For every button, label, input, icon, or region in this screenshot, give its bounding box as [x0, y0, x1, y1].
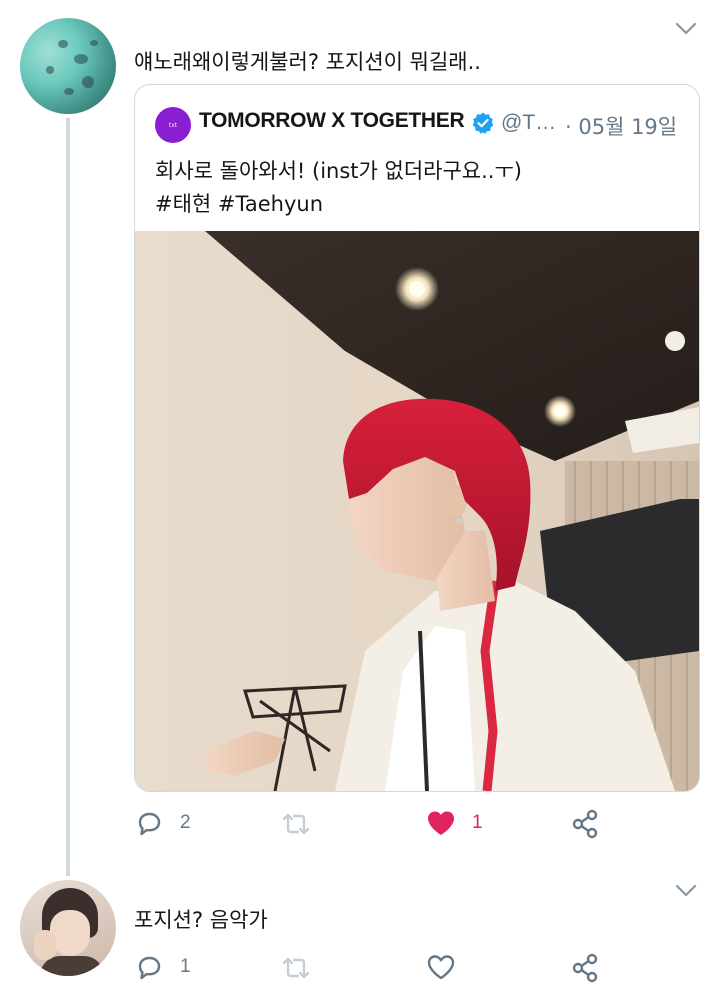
reply-count: 1 — [180, 956, 191, 977]
reply-button[interactable]: 2 — [134, 808, 191, 838]
heart-outline-icon — [426, 953, 456, 981]
share-button[interactable] — [570, 952, 600, 984]
tweet-text: 얘노래왜이렇게불러? 포지션이 뭐길래.. — [134, 50, 481, 74]
heart-icon — [426, 809, 456, 837]
quoted-author-name: TOMORROW X TOGETHER — [199, 109, 465, 132]
retweet-button[interactable] — [280, 954, 328, 982]
like-button[interactable]: 1 — [426, 809, 483, 837]
chevron-down-icon[interactable] — [672, 14, 700, 42]
like-count: 1 — [472, 812, 483, 833]
retweet-icon — [280, 810, 312, 838]
quoted-author-handle: @T… — [501, 111, 557, 134]
reply-button[interactable]: 1 — [134, 952, 191, 982]
quoted-tweet-hashtags[interactable]: #태현 #Taehyun — [155, 188, 522, 221]
share-button[interactable] — [570, 808, 600, 840]
quoted-tweet-photo[interactable] — [135, 231, 699, 791]
thread-connector-line — [66, 118, 70, 876]
chevron-down-icon[interactable] — [672, 876, 700, 904]
tweet-text: 포지션? 음악가 — [134, 908, 268, 932]
avatar[interactable] — [20, 18, 116, 114]
share-icon — [570, 808, 600, 840]
quoted-tweet-text: 회사로 돌아와서! (inst가 없더라구요..ㅜ) #태현 #Taehyun — [155, 155, 522, 221]
quoted-tweet-date: · 05월 19일 — [565, 115, 678, 139]
quoted-tweet-text-line: 회사로 돌아와서! (inst가 없더라구요..ㅜ) — [155, 159, 522, 183]
share-icon — [570, 952, 600, 984]
quoted-tweet-card[interactable]: txt TOMORROW X TOGETHER @T… · 05월 19일 회사… — [134, 84, 700, 792]
verified-badge-icon — [471, 111, 495, 135]
like-button[interactable] — [426, 953, 472, 981]
quoted-author-avatar: txt — [155, 107, 191, 143]
reply-count: 2 — [180, 812, 191, 833]
avatar[interactable] — [20, 880, 116, 976]
retweet-icon — [280, 954, 312, 982]
comment-bubble-icon — [134, 808, 164, 838]
comment-bubble-icon — [134, 952, 164, 982]
retweet-button[interactable] — [280, 810, 328, 838]
